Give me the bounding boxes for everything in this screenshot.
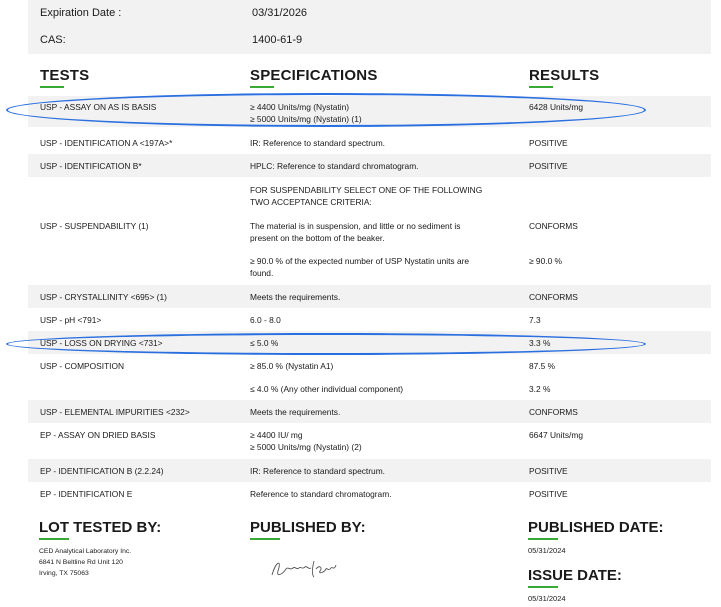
cas-value: 1400-61-9 bbox=[252, 34, 303, 46]
table-row: EP - IDENTIFICATION E Reference to stand… bbox=[28, 482, 711, 505]
spec-line: Meets the requirements. bbox=[250, 292, 341, 302]
results-header: RESULTS bbox=[529, 67, 599, 88]
test-name: EP - IDENTIFICATION B (2.2.24) bbox=[40, 466, 164, 476]
test-name: USP - SUSPENDABILITY (1) bbox=[40, 221, 149, 231]
table-row: ≥ 90.0 % of the expected number of USP N… bbox=[28, 249, 711, 285]
test-name: USP - IDENTIFICATION A <197A>* bbox=[40, 138, 173, 148]
spec-line: Meets the requirements. bbox=[250, 407, 341, 417]
expiration-date-row: Expiration Date : 03/31/2026 bbox=[28, 0, 711, 27]
assay-highlight-oval bbox=[6, 93, 646, 127]
published-date-underline bbox=[528, 538, 558, 540]
spec-line: IR: Reference to standard spectrum. bbox=[250, 466, 385, 476]
test-name: EP - IDENTIFICATION E bbox=[40, 489, 133, 499]
signature-image bbox=[271, 560, 337, 578]
lab-address: CED Analytical Laboratory Inc. 6841 N Be… bbox=[39, 546, 131, 579]
tests-header-underline bbox=[40, 86, 64, 88]
cas-label: CAS: bbox=[40, 34, 66, 46]
lot-tested-by-heading: LOT TESTED BY: bbox=[39, 519, 161, 540]
table-row: FOR SUSPENDABILITY SELECT ONE OF THE FOL… bbox=[28, 177, 711, 212]
issue-date-text: ISSUE DATE: bbox=[528, 567, 622, 584]
lab-address-line: CED Analytical Laboratory Inc. bbox=[39, 548, 132, 555]
test-name: USP - ELEMENTAL IMPURITIES <232> bbox=[40, 407, 190, 417]
lot-tested-by-underline bbox=[39, 538, 69, 540]
tests-header-text: TESTS bbox=[40, 67, 90, 84]
specifications-header-underline bbox=[250, 86, 274, 88]
lot-tested-by-text: LOT TESTED BY: bbox=[39, 519, 162, 536]
issue-date-value: 05/31/2024 bbox=[528, 594, 566, 603]
spec-line: FOR SUSPENDABILITY SELECT ONE OF THE FOL… bbox=[250, 185, 483, 195]
result-value: POSITIVE bbox=[529, 466, 568, 476]
spec-line: ≥ 85.0 % (Nystatin A1) bbox=[250, 361, 334, 371]
table-row: EP - ASSAY ON DRIED BASIS ≥ 4400 IU/ mg … bbox=[28, 423, 711, 459]
table-row: USP - CRYSTALLINITY <695> (1) Meets the … bbox=[28, 285, 711, 308]
specifications-header: SPECIFICATIONS bbox=[250, 67, 378, 88]
spec-line: ≥ 90.0 % of the expected number of USP N… bbox=[250, 256, 470, 266]
expiration-date-value: 03/31/2026 bbox=[252, 7, 308, 19]
published-date-value: 05/31/2024 bbox=[528, 546, 566, 555]
published-date-text: PUBLISHED DATE: bbox=[528, 519, 664, 536]
spec-line: ≤ 4.0 % (Any other individual component) bbox=[250, 384, 404, 394]
table-row: USP - IDENTIFICATION A <197A>* IR: Refer… bbox=[28, 131, 711, 154]
test-name: USP - COMPOSITION bbox=[40, 361, 125, 371]
result-value: CONFORMS bbox=[529, 407, 578, 417]
result-value: CONFORMS bbox=[529, 292, 578, 302]
result-value: 6647 Units/mg bbox=[529, 430, 583, 440]
test-name: USP - pH <791> bbox=[40, 315, 102, 325]
spec-line: found. bbox=[250, 268, 274, 278]
spec-line: HPLC: Reference to standard chromatogram… bbox=[250, 161, 419, 171]
expiration-date-label: Expiration Date : bbox=[40, 7, 122, 19]
tests-header: TESTS bbox=[40, 67, 89, 88]
table-row: EP - IDENTIFICATION B (2.2.24) IR: Refer… bbox=[28, 459, 711, 482]
table-row: USP - pH <791> 6.0 - 8.0 7.3 bbox=[28, 308, 711, 331]
lab-address-line: Irving, TX 75063 bbox=[39, 570, 89, 577]
published-by-heading: PUBLISHED BY: bbox=[250, 519, 366, 540]
spec-line: The material is in suspension, and littl… bbox=[250, 221, 461, 231]
test-name: EP - ASSAY ON DRIED BASIS bbox=[40, 430, 156, 440]
table-row: USP - COMPOSITION ≥ 85.0 % (Nystatin A1)… bbox=[28, 354, 711, 377]
lab-address-line: 6841 N Beltline Rd Unit 120 bbox=[39, 559, 123, 566]
cas-row: CAS: 1400-61-9 bbox=[28, 27, 711, 54]
result-value: ≥ 90.0 % bbox=[529, 256, 562, 266]
results-header-underline bbox=[529, 86, 553, 88]
result-value: POSITIVE bbox=[529, 138, 568, 148]
published-by-underline bbox=[250, 538, 280, 540]
result-value: 87.5 % bbox=[529, 361, 556, 371]
loss-on-drying-highlight-oval bbox=[6, 333, 646, 355]
result-value: 7.3 bbox=[529, 315, 541, 325]
result-value: CONFORMS bbox=[529, 221, 578, 231]
result-value: 3.2 % bbox=[529, 384, 551, 394]
result-value: POSITIVE bbox=[529, 489, 568, 499]
result-value: POSITIVE bbox=[529, 161, 568, 171]
published-by-text: PUBLISHED BY: bbox=[250, 519, 366, 536]
spec-line: present on the bottom of the beaker. bbox=[250, 233, 385, 243]
spec-line: 6.0 - 8.0 bbox=[250, 315, 281, 325]
table-row: USP - ELEMENTAL IMPURITIES <232> Meets t… bbox=[28, 400, 711, 423]
issue-date-heading: ISSUE DATE: bbox=[528, 567, 622, 588]
specifications-header-text: SPECIFICATIONS bbox=[250, 67, 378, 84]
spec-line: TWO ACCEPTANCE CRITERIA: bbox=[250, 197, 372, 207]
table-row: USP - SUSPENDABILITY (1) The material is… bbox=[28, 212, 711, 249]
issue-date-underline bbox=[528, 586, 558, 588]
spec-line: ≥ 5000 Units/mg (Nystatin) (2) bbox=[250, 442, 362, 452]
published-date-heading: PUBLISHED DATE: bbox=[528, 519, 664, 540]
spec-line: IR: Reference to standard spectrum. bbox=[250, 138, 385, 148]
spec-line: Reference to standard chromatogram. bbox=[250, 489, 392, 499]
test-name: USP - IDENTIFICATION B* bbox=[40, 161, 142, 171]
results-header-text: RESULTS bbox=[529, 67, 600, 84]
test-name: USP - CRYSTALLINITY <695> (1) bbox=[40, 292, 167, 302]
table-row: USP - IDENTIFICATION B* HPLC: Reference … bbox=[28, 154, 711, 177]
table-row: ≤ 4.0 % (Any other individual component)… bbox=[28, 377, 711, 400]
spec-line: ≥ 4400 IU/ mg bbox=[250, 430, 303, 440]
